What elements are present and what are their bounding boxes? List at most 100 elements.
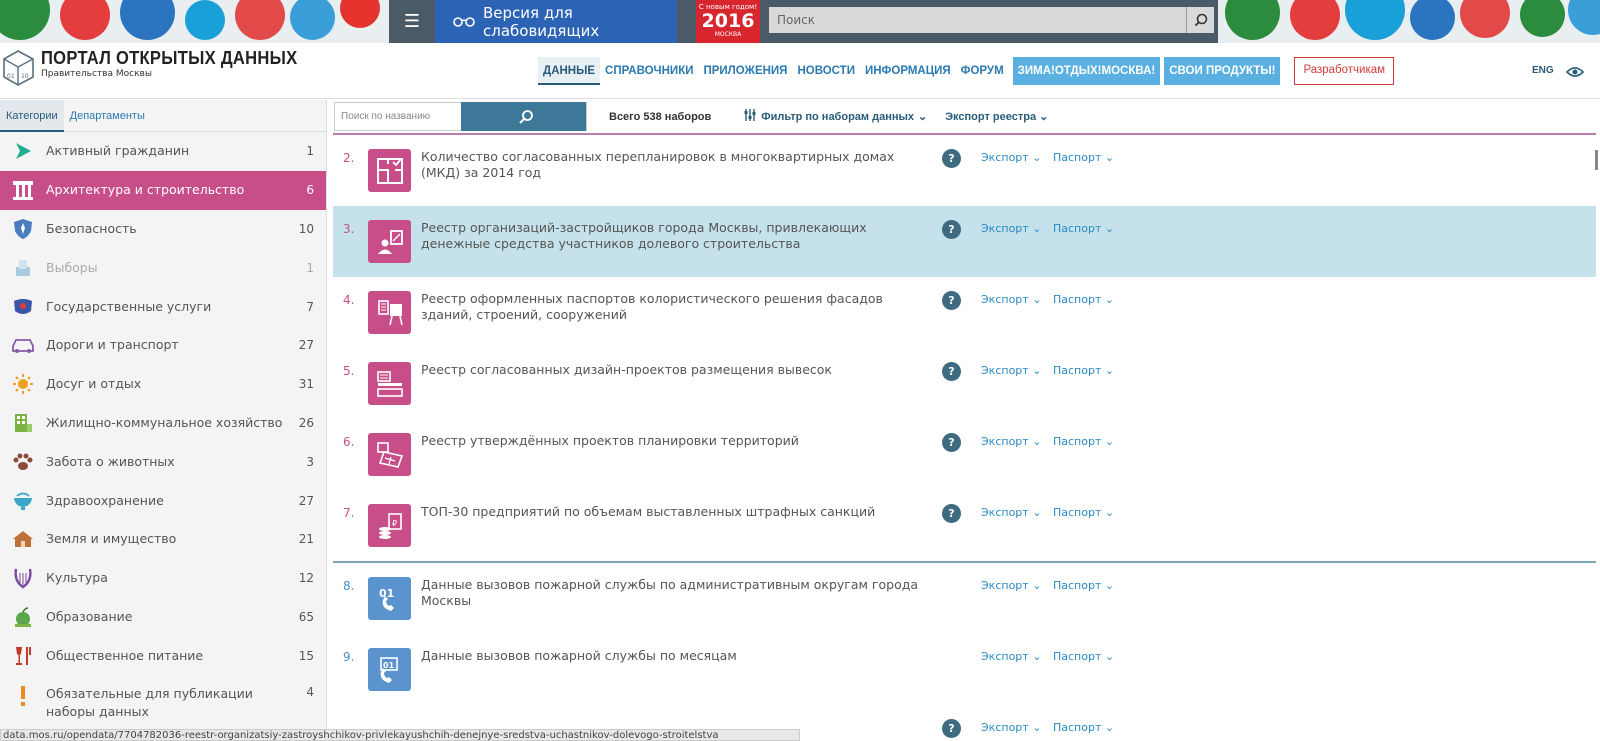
dataset-title[interactable]: Данные вызовов пожарной службы по админи… (421, 577, 933, 609)
nav-winter[interactable]: ЗИМА!ОТДЫХ!МОСКВА! (1012, 57, 1161, 85)
dataset-row[interactable]: 4. Реестр оформленных паспортов колорист… (333, 277, 1596, 348)
sidebar-item-count: 1 (306, 260, 314, 275)
nav-data[interactable]: ДАННЫЕ (538, 57, 601, 85)
sidebar-item-mandatory[interactable]: Обязательные для публикации наборы данны… (0, 675, 326, 725)
nav-own-products[interactable]: СВОИ ПРОДУКТЫ! (1164, 57, 1281, 85)
sidebar-item-land[interactable]: Земля и имущество 21 (0, 520, 326, 559)
nav-directories[interactable]: СПРАВОЧНИКИ (600, 57, 698, 85)
export-registry-dropdown[interactable]: Экспорт реестра ⌄ (945, 110, 1048, 123)
sidebar-item-count: 65 (298, 609, 314, 624)
search-icon[interactable] (460, 102, 586, 131)
nav-apps[interactable]: ПРИЛОЖЕНИЯ (698, 57, 792, 85)
sidebar-item-count: 12 (298, 571, 314, 586)
export-dropdown[interactable]: Экспорт ⌄ (981, 579, 1041, 592)
search-icon[interactable] (1186, 7, 1214, 33)
sidebar-item-security[interactable]: Безопасность 10 (0, 210, 326, 249)
export-dropdown[interactable]: Экспорт ⌄ (981, 293, 1041, 306)
dataset-title[interactable]: Реестр утверждённых проектов планировки … (421, 433, 933, 449)
sidebar-item-animals[interactable]: Забота о животных 3 (0, 442, 326, 481)
sidebar-item-leisure[interactable]: Досуг и отдых 31 (0, 365, 326, 404)
export-label: Экспорт (981, 506, 1029, 519)
sidebar-item-label: Выборы (46, 259, 98, 275)
dataset-row[interactable]: 8. 01 Данные вызовов пожарной службы по … (333, 561, 1596, 634)
house-icon (0, 529, 46, 549)
dataset-row[interactable]: 2. Количество согласованных перепланиров… (333, 135, 1596, 206)
row-number: 6. (343, 435, 355, 449)
new-year-logo[interactable]: С новым годом! 2016 МОСКВА (696, 0, 760, 43)
dataset-row[interactable]: 9. 01 Данные вызовов пожарной службы по … (333, 634, 1596, 705)
export-label: Экспорт (981, 293, 1029, 306)
help-icon[interactable]: ? (942, 291, 961, 310)
portal-title: ПОРТАЛ ОТКРЫТЫХ ДАННЫХ (41, 48, 298, 68)
sidebar-item-education[interactable]: Образование 65 (0, 598, 326, 637)
export-dropdown[interactable]: Экспорт ⌄ (981, 222, 1041, 235)
nav-info[interactable]: ИНФОРМАЦИЯ (860, 57, 956, 85)
dataset-row[interactable]: 7. ₽ ТОП-30 предприятий по объемам выста… (333, 490, 1596, 561)
chevron-down-icon: ⌄ (1032, 579, 1042, 592)
sidebar-item-roads[interactable]: Дороги и транспорт 27 (0, 326, 326, 365)
dataset-row[interactable]: 5. Реестр согласованных дизайн-проектов … (333, 348, 1596, 419)
nav-developers[interactable]: Разработчикам (1294, 57, 1395, 85)
dataset-title[interactable]: Реестр оформленных паспортов колористиче… (421, 291, 933, 323)
passport-dropdown[interactable]: Паспорт ⌄ (1053, 650, 1114, 663)
sidebar-item-housing[interactable]: Жилищно-коммунальное хозяйство 26 (0, 404, 326, 443)
dataset-row[interactable]: 3. Реестр организаций-застройщиков город… (333, 206, 1596, 277)
sidebar-item-label: Культура (46, 570, 108, 586)
lang-switch[interactable]: ENG (1532, 65, 1554, 76)
passport-label: Паспорт (1053, 364, 1102, 377)
tab-departments[interactable]: Департаменты (64, 100, 151, 132)
dataset-title[interactable]: Реестр организаций-застройщиков города М… (421, 220, 933, 252)
eye-icon[interactable] (1565, 63, 1585, 82)
dataset-title[interactable]: Данные вызовов пожарной службы по месяца… (421, 648, 933, 664)
export-dropdown[interactable]: Экспорт ⌄ (981, 435, 1041, 448)
help-icon[interactable]: ? (942, 719, 961, 738)
help-icon[interactable]: ? (942, 433, 961, 452)
menu-button[interactable]: ☰ (389, 0, 435, 43)
portal-logo[interactable]: 01 10 ПОРТАЛ ОТКРЫТЫХ ДАННЫХ Правительств… (2, 48, 320, 92)
chevron-down-icon: ⌄ (1104, 364, 1115, 377)
passport-dropdown[interactable]: Паспорт ⌄ (1053, 435, 1114, 448)
sidebar-item-catering[interactable]: Общественное питание 15 (0, 636, 326, 675)
top-search-input[interactable]: Поиск (769, 7, 1214, 33)
tab-categories[interactable]: Категории (0, 100, 64, 132)
help-icon[interactable]: ? (942, 362, 961, 381)
passport-dropdown[interactable]: Паспорт ⌄ (1053, 364, 1114, 377)
passport-dropdown[interactable]: Паспорт ⌄ (1053, 506, 1114, 519)
sidebar-item-gov-services[interactable]: Государственные услуги 7 (0, 287, 326, 326)
passport-dropdown[interactable]: Паспорт ⌄ (1053, 222, 1114, 235)
nav-news[interactable]: НОВОСТИ (792, 57, 860, 85)
passport-dropdown[interactable]: Паспорт ⌄ (1053, 721, 1114, 734)
chevron-down-icon: ⌄ (1039, 111, 1049, 123)
dataset-list: 2. Количество согласованных перепланиров… (333, 133, 1596, 741)
export-dropdown[interactable]: Экспорт ⌄ (981, 364, 1041, 377)
sidebar-item-architecture[interactable]: Архитектура и строительство 6 (0, 170, 326, 210)
vision-impaired-button[interactable]: Версия для слабовидящих (435, 0, 677, 43)
sidebar-item-healthcare[interactable]: Здравоохранение 27 (0, 481, 326, 520)
dataset-title[interactable]: Реестр согласованных дизайн-проектов раз… (421, 362, 933, 378)
filter-dropdown[interactable]: Фильтр по наборам данных ⌄ (743, 108, 927, 125)
help-icon[interactable]: ? (942, 149, 961, 168)
dataset-title[interactable]: Количество согласованных перепланировок … (421, 149, 933, 181)
help-icon[interactable]: ? (942, 220, 961, 239)
export-dropdown[interactable]: Экспорт ⌄ (981, 506, 1041, 519)
export-dropdown[interactable]: Экспорт ⌄ (981, 151, 1041, 164)
sidebar-item-elections[interactable]: Выборы 1 (0, 248, 326, 287)
export-dropdown[interactable]: Экспорт ⌄ (981, 650, 1041, 663)
dataset-search-input[interactable]: Поиск по названию (334, 102, 587, 131)
export-dropdown[interactable]: Экспорт ⌄ (981, 721, 1041, 734)
floorplan-icon (368, 149, 411, 192)
scrollbar[interactable] (1595, 150, 1598, 170)
sidebar-tabs: Категории Департаменты (0, 100, 326, 132)
sidebar-item-culture[interactable]: Культура 12 (0, 559, 326, 598)
nav-forum[interactable]: ФОРУМ (956, 57, 1009, 85)
category-list: Активный гражданин 1 Архитектура и строи… (0, 132, 326, 725)
passport-dropdown[interactable]: Паспорт ⌄ (1053, 579, 1114, 592)
chevron-down-icon: ⌄ (1104, 151, 1115, 164)
passport-dropdown[interactable]: Паспорт ⌄ (1053, 151, 1114, 164)
sidebar-item-active-citizen[interactable]: Активный гражданин 1 (0, 132, 326, 171)
dataset-title[interactable]: ТОП-30 предприятий по объемам выставленн… (421, 504, 933, 520)
chevron-down-icon: ⌄ (1104, 222, 1115, 235)
dataset-row[interactable]: 6. Реестр утверждённых проектов планиров… (333, 419, 1596, 490)
help-icon[interactable]: ? (942, 504, 961, 523)
passport-dropdown[interactable]: Паспорт ⌄ (1053, 293, 1114, 306)
